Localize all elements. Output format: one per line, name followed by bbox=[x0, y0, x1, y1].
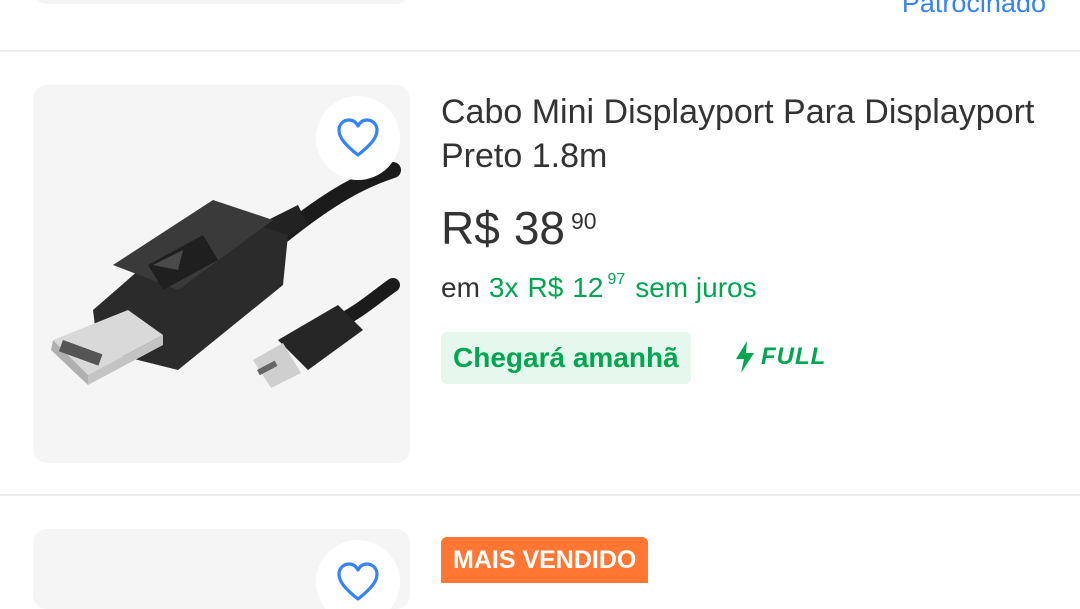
installments-cents: 97 bbox=[607, 271, 626, 288]
next-product-image-container[interactable] bbox=[33, 529, 410, 609]
installments-currency: R$ bbox=[527, 272, 564, 303]
best-seller-badge: MAIS VENDIDO bbox=[441, 537, 649, 583]
product-price: R$ 38 90 bbox=[441, 198, 597, 258]
installments-count: 3x bbox=[488, 272, 519, 303]
favorite-button[interactable] bbox=[316, 540, 400, 609]
heart-outline-icon bbox=[337, 118, 379, 157]
price-integer: 38 bbox=[513, 202, 565, 254]
previous-product-thumbnail[interactable] bbox=[33, 0, 410, 4]
heart-outline-icon bbox=[337, 562, 379, 601]
product-title[interactable]: Cabo Mini Displayport Para Displayport P… bbox=[441, 90, 1041, 178]
product-image-container[interactable] bbox=[33, 85, 410, 463]
full-label: FULL bbox=[761, 343, 827, 370]
installments-info: em 3x R$ 12 97 sem juros bbox=[441, 270, 757, 306]
installments-prefix: em bbox=[441, 272, 480, 303]
delivery-tag: Chegará amanhã bbox=[441, 332, 691, 384]
price-currency: R$ bbox=[441, 202, 500, 254]
favorite-button[interactable] bbox=[316, 96, 400, 180]
lightning-bolt-icon bbox=[736, 341, 754, 373]
price-cents: 90 bbox=[570, 208, 597, 234]
divider bbox=[0, 50, 1080, 52]
sponsored-label: Patrocinado bbox=[901, 0, 1046, 18]
full-shipping-badge: FULL bbox=[733, 340, 826, 374]
installments-integer: 12 bbox=[572, 272, 604, 303]
installments-suffix: sem juros bbox=[635, 272, 757, 303]
divider bbox=[0, 494, 1080, 496]
